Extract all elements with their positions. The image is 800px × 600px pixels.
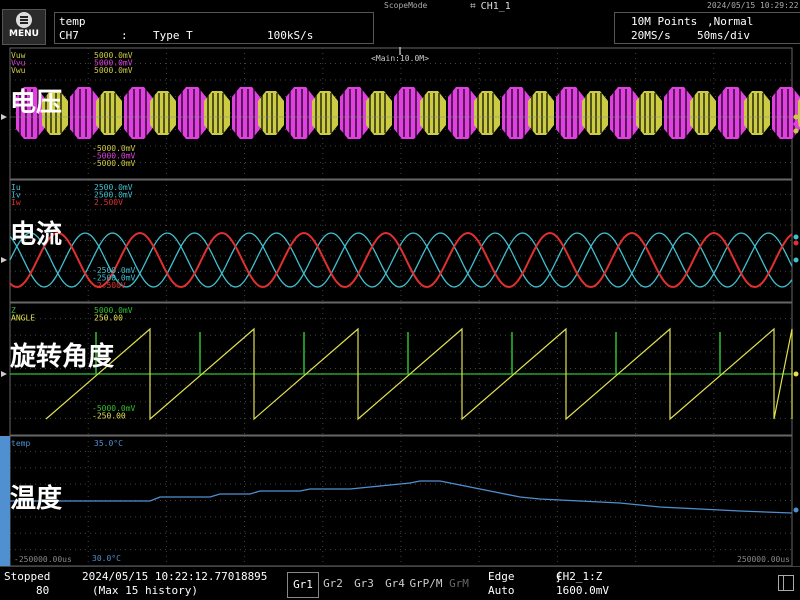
input-type: Type T [153,29,193,42]
channel-name-iw: Iw [11,198,21,207]
channel-indicator[interactable]: ⌗ CH1_1 [470,1,511,12]
mode-label: ScopeMode [384,1,428,10]
group-label-voltage: 电压 [10,88,63,118]
group-button-4[interactable]: Gr4 [380,572,410,596]
trace-name: temp [59,15,86,28]
menu-label: MENU [9,29,39,39]
level-marker [1,371,7,377]
time-left-label: -250000.00us [14,555,72,564]
channel-info-box[interactable]: temp CH7 : Type T 100kS/s [54,12,374,44]
channel-scale-temp: 35.0°C [94,439,123,448]
group-button-1[interactable]: Gr1 [287,572,319,598]
channel-indicator-label: CH1_1 [480,1,511,12]
group-button-m: GrM [449,577,469,590]
sample-rate: 20MS/s [631,29,671,42]
trigger-source-label: CH2_1:Z [556,570,603,583]
temperature-scale-bar [0,436,10,566]
group-label-temperature: 温度 [10,484,63,514]
time-right-label: 250000.00us [737,555,790,564]
channel-position-marker [793,507,799,513]
level-marker [1,257,7,263]
timebase: 50ms/div [697,29,750,42]
menu-icon [16,12,32,28]
waveform-area[interactable]: T<Main:10.0M>Vuw5000.0mVVvu5000.0mVVwu50… [0,47,800,566]
group-button-2[interactable]: Gr2 [318,572,348,596]
panel-toggle-icon[interactable] [778,575,794,591]
group-label-current: 电流 [10,220,63,250]
channel-rate: 100kS/s [267,29,314,42]
channel-position-marker [793,128,799,134]
trigger-mode-bottom: Auto [488,584,515,597]
group-button-pm[interactable]: GrP/M [409,572,443,596]
channel-name-vwu: Vwu [11,66,26,75]
channel-position-marker [793,371,799,377]
channel-bottom-scale: -250.00 [92,412,126,421]
bottom-bar: Stopped 80 2024/05/15 10:22:12.77018895 … [0,566,800,600]
channel-bottom-scale: 30.0°C [92,554,121,563]
channel-scale-angle: 250.00 [94,314,123,323]
datetime: 2024/05/15 10:29:22 [707,1,799,10]
trigger-mode: ,Normal [707,15,754,28]
group-label-angle: 旋转角度 [10,342,115,372]
timestamp: 2024/05/15 10:22:12.77018895 [82,570,268,583]
waveform-svg[interactable]: T<Main:10.0M>Vuw5000.0mVVvu5000.0mVVwu50… [0,47,800,566]
channel-bottom-scale: -5000.0mV [92,159,136,168]
channel-position-marker [793,234,799,240]
channel-position-marker [793,121,799,127]
channel-bottom-scale: -2.500V [92,281,126,290]
trigger-type: Edge [488,570,515,583]
main-marker-label: <Main:10.0M> [371,54,429,63]
acquisition-count: 80 [36,584,50,597]
status: Stopped [4,570,51,583]
channel-name-angle: ANGLE [11,314,35,323]
channel-position-marker [793,257,799,263]
grid-icon: ⌗ [470,1,476,12]
channel-position-marker [793,240,799,246]
record-points: 10M Points [631,15,698,28]
acquisition-box[interactable]: 10M Points ,Normal 20MS/s 50ms/div [614,12,800,44]
menu-button[interactable]: MENU [2,9,46,45]
channel-scale-vwu: 5000.0mV [94,66,133,75]
channel-position-marker [793,114,799,120]
group-button-3[interactable]: Gr3 [349,572,379,596]
channel-name-temp: temp [11,439,30,448]
history-info: (Max 15 history) [92,584,198,597]
level-marker [1,114,7,120]
rising-edge-icon: ⨍ [556,570,562,583]
channel-scale-iw: 2.500V [94,198,123,207]
channel-name: CH7 [59,29,79,42]
channel-colon: : [121,29,128,42]
trigger-level: 1600.0mV [556,584,609,597]
top-bar: MENU ScopeMode ⌗ CH1_1 2024/05/15 10:29:… [0,0,800,46]
